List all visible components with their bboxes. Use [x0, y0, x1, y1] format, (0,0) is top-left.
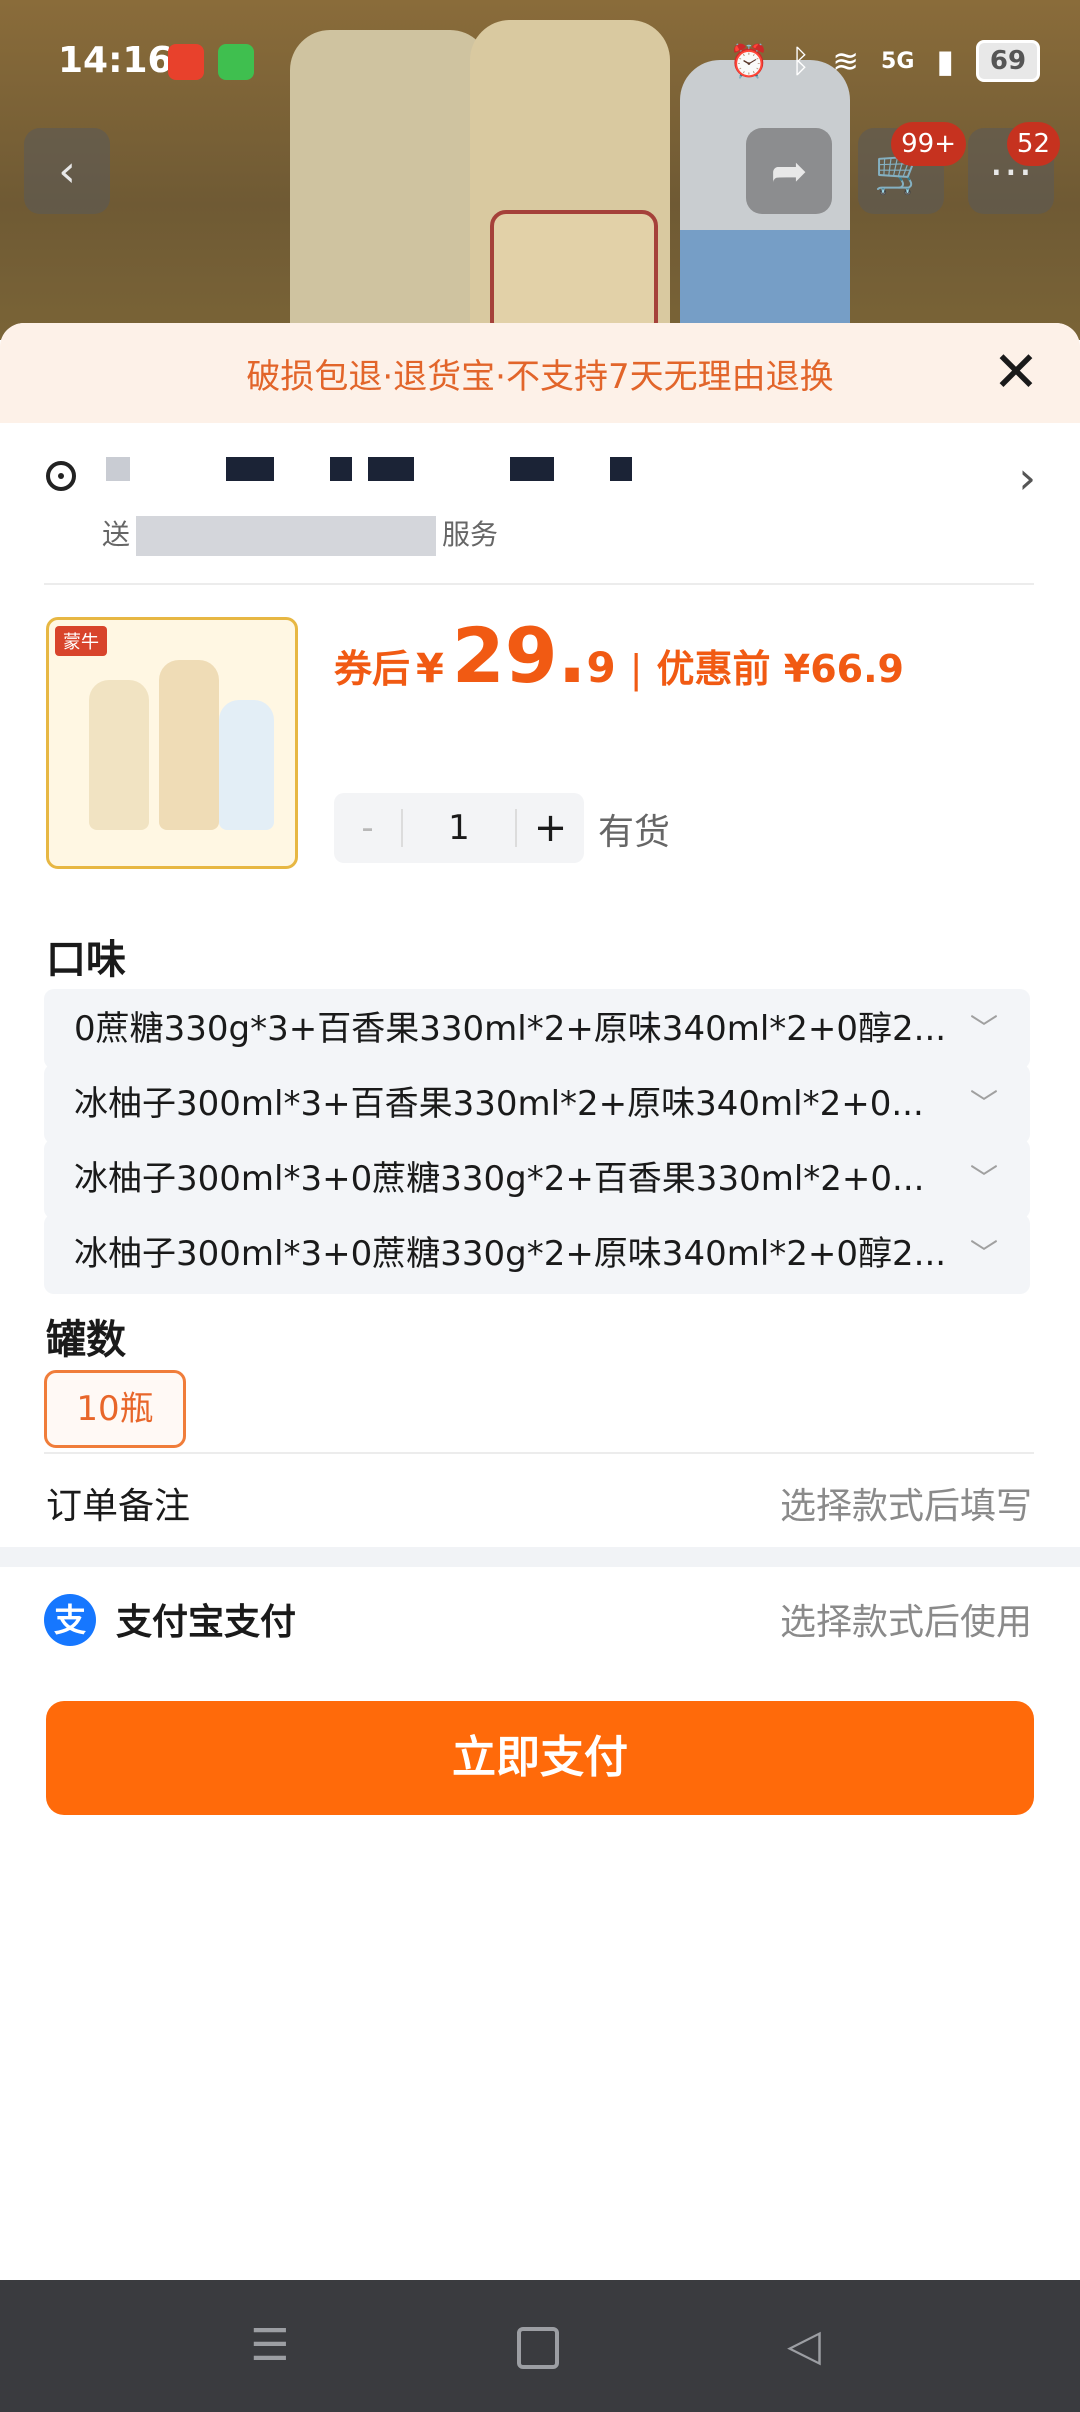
alarm-icon: ⏰: [729, 42, 769, 80]
original-price: 优惠前 ¥66.9: [656, 647, 904, 691]
count-option-chip[interactable]: 10瓶: [44, 1370, 186, 1448]
video-app-icon: [168, 44, 204, 80]
share-icon: ➦: [770, 145, 808, 197]
return-policy-notice: 破损包退·退货宝·不支持7天无理由退换 ✕: [0, 323, 1080, 423]
system-nav-bar: ☰ ◁: [0, 2280, 1080, 2412]
status-bar: 14:16 ⏰ ᛒ ≋ 5G ▮ 69: [0, 0, 1080, 120]
section-separator: [0, 1547, 1080, 1567]
message-app-icon: [218, 44, 254, 80]
quantity-stepper: - 1 +: [334, 793, 584, 863]
currency-symbol: ¥: [416, 646, 444, 692]
product-thumbnail[interactable]: 蒙牛: [46, 617, 298, 869]
chevron-down-icon: ﹀: [969, 1237, 998, 1270]
pay-now-button[interactable]: 立即支付: [46, 1701, 1034, 1815]
alipay-icon: 支: [44, 1594, 96, 1646]
price-decimal: 9: [586, 643, 616, 692]
flavor-option[interactable]: 0蔗糖330g*3+百香果330ml*2+原味340ml*2+0醇2... ﹀: [44, 989, 1030, 1069]
chevron-down-icon: ﹀: [969, 1012, 998, 1045]
cart-badge: 99+: [891, 122, 966, 166]
bluetooth-icon: ᛒ: [791, 42, 811, 80]
purchase-sheet: 破损包退·退货宝·不支持7天无理由退换 ✕ 送服务 › 蒙牛 券后 ¥ 29. …: [0, 323, 1080, 2280]
message-button[interactable]: ⋯ 52: [968, 122, 1060, 214]
divider: [44, 583, 1034, 585]
address-redacted: [106, 457, 632, 481]
battery-icon: 69: [976, 40, 1040, 82]
notice-text: 破损包退·退货宝·不支持7天无理由退换: [246, 356, 834, 397]
quantity-value[interactable]: 1: [400, 809, 518, 847]
chevron-down-icon: ﹀: [969, 1087, 998, 1120]
price-line: 券后 ¥ 29. 9 | 优惠前 ¥66.9: [334, 611, 904, 700]
flavor-section-title: 口味: [46, 937, 126, 983]
home-icon[interactable]: [508, 2316, 568, 2376]
flavor-option[interactable]: 冰柚子300ml*3+0蔗糖330g*2+百香果330ml*2+0... ﹀: [44, 1139, 1030, 1219]
flavor-option[interactable]: 冰柚子300ml*3+百香果330ml*2+原味340ml*2+0... ﹀: [44, 1064, 1030, 1144]
status-icons: ⏰ ᛒ ≋ 5G ▮ 69: [729, 40, 1040, 82]
flavor-option[interactable]: 冰柚子300ml*3+0蔗糖330g*2+原味340ml*2+0醇2... ﹀: [44, 1214, 1030, 1294]
divider: [44, 1452, 1034, 1454]
signal-icon: ▮: [936, 42, 954, 80]
address-row[interactable]: 送服务 ›: [46, 453, 1036, 573]
price-separator: |: [629, 647, 643, 691]
cart-button[interactable]: 🛒 99+: [858, 122, 966, 214]
network-label: 5G: [881, 48, 915, 74]
order-remark-label: 订单备注: [46, 1486, 191, 1527]
chevron-right-icon: ›: [1018, 453, 1036, 504]
chevron-left-icon: ‹: [58, 145, 76, 197]
price-prefix: 券后: [334, 647, 411, 691]
delivery-info: 送服务: [102, 513, 498, 556]
close-icon[interactable]: ✕: [988, 345, 1044, 401]
message-badge: 52: [1006, 122, 1060, 166]
payment-method-label[interactable]: 支付宝支付: [116, 1593, 296, 1645]
payment-method-value[interactable]: 选择款式后使用: [780, 1593, 1032, 1645]
back-button[interactable]: ‹: [24, 128, 110, 214]
stock-status: 有货: [598, 812, 671, 853]
price-integer: 29.: [451, 611, 587, 700]
wifi-icon: ≋: [832, 42, 860, 80]
menu-icon[interactable]: ☰: [240, 2316, 300, 2376]
brand-tag: 蒙牛: [55, 626, 107, 656]
decrease-button[interactable]: -: [334, 808, 401, 848]
location-pin-icon: [46, 461, 76, 491]
share-button[interactable]: ➦: [746, 128, 832, 214]
chevron-down-icon: ﹀: [969, 1162, 998, 1195]
count-section-title: 罐数: [46, 1317, 126, 1363]
increase-button[interactable]: +: [517, 805, 584, 851]
back-triangle-icon[interactable]: ◁: [774, 2316, 834, 2376]
status-time: 14:16: [58, 40, 173, 81]
order-remark-value[interactable]: 选择款式后填写: [780, 1477, 1032, 1529]
